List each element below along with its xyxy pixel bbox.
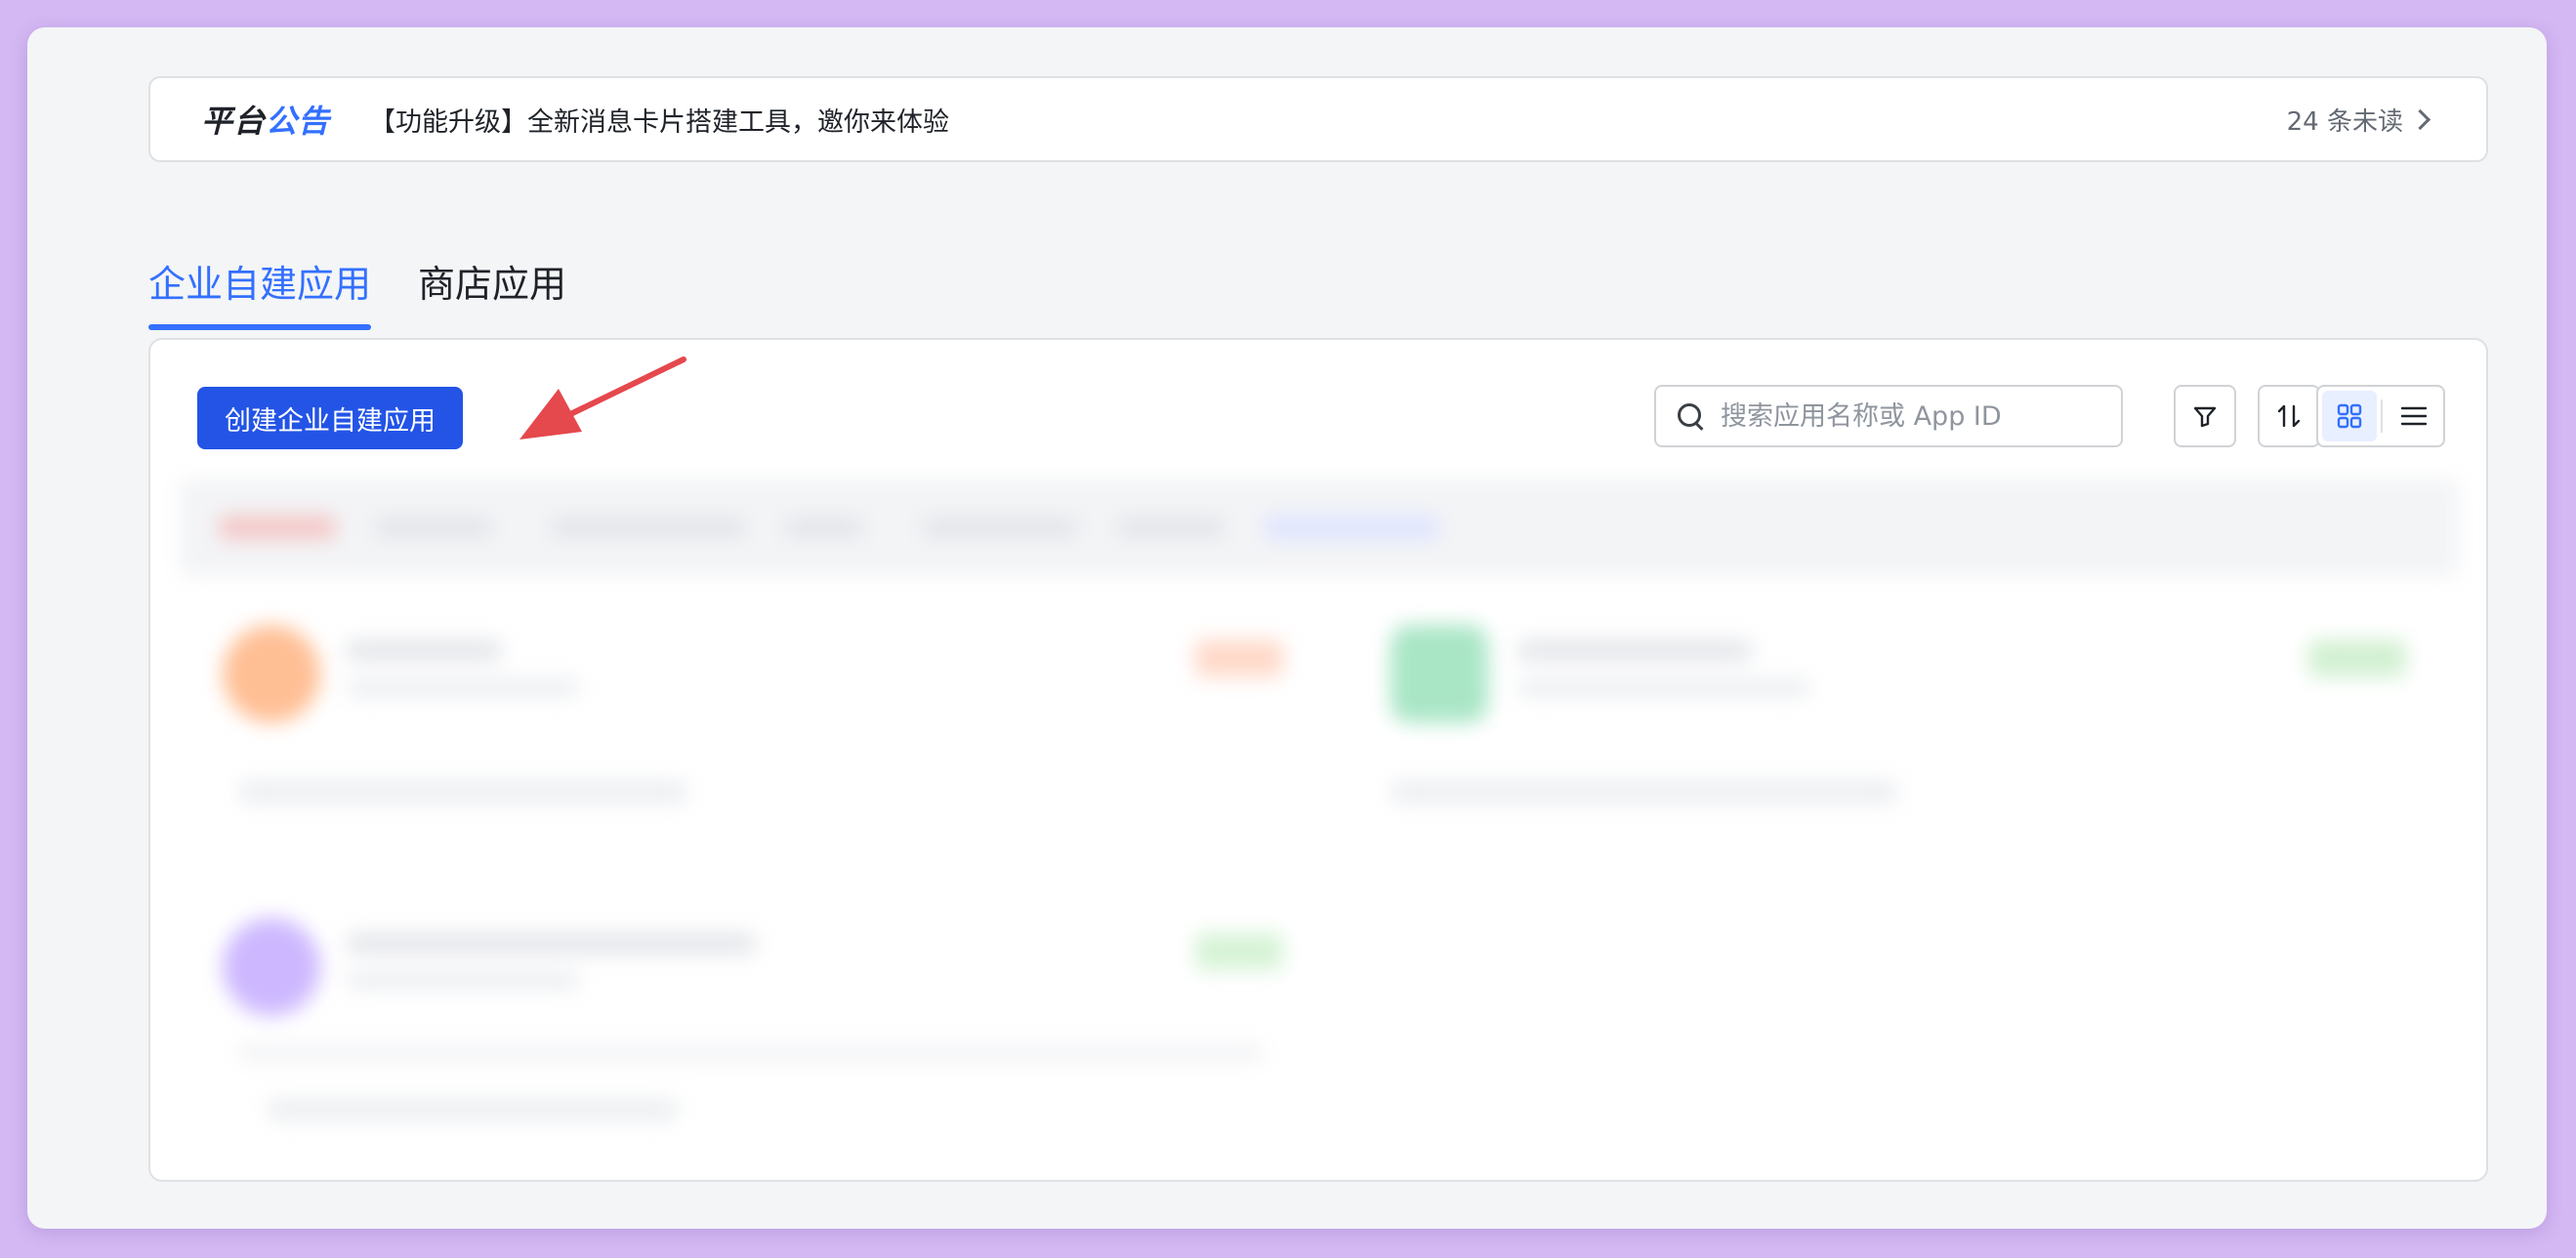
- blurred-chip: [785, 518, 863, 537]
- app-window: 平台公告 【功能升级】全新消息卡片搭建工具，邀你来体验 24 条未读 企业自建应…: [27, 27, 2547, 1229]
- blurred-badge: [1195, 933, 1283, 970]
- blurred-badge: [1195, 640, 1283, 677]
- blurred-text: [1391, 781, 1898, 803]
- blurred-text: [1517, 679, 1810, 696]
- blurred-chip: [219, 516, 336, 539]
- blurred-badge: [2308, 640, 2406, 677]
- filter-icon: [2193, 406, 2217, 428]
- sort-icon: [2277, 404, 2301, 428]
- blurred-chip: [922, 518, 1078, 537]
- blurred-chip: [1117, 518, 1225, 537]
- tab-store-apps[interactable]: 商店应用: [418, 234, 566, 322]
- blurred-text: [1517, 640, 1752, 661]
- blurred-text: [346, 933, 756, 954]
- create-custom-app-button[interactable]: 创建企业自建应用: [197, 387, 463, 449]
- blurred-text: [268, 1099, 678, 1120]
- announcement-logo: 平台公告: [201, 103, 331, 140]
- unread-link[interactable]: 24 条未读: [2286, 102, 2431, 138]
- blurred-app-icon: [223, 625, 320, 723]
- announcement-bar[interactable]: 平台公告 【功能升级】全新消息卡片搭建工具，邀你来体验 24 条未读: [148, 76, 2488, 162]
- list-icon: [2400, 406, 2428, 426]
- blurred-app-list: [180, 479, 2459, 1180]
- chevron-right-icon: [2409, 108, 2431, 130]
- tab-custom-apps[interactable]: 企业自建应用: [148, 234, 372, 330]
- view-divider: [2381, 399, 2383, 433]
- search-icon: [1678, 403, 1703, 429]
- search-input[interactable]: [1719, 399, 2113, 433]
- app-type-tabs: 企业自建应用 商店应用: [148, 234, 566, 342]
- blurred-text: [346, 640, 502, 661]
- blurred-text: [346, 972, 580, 989]
- search-box[interactable]: [1654, 385, 2123, 447]
- blurred-text: [346, 679, 580, 696]
- grid-icon: [2337, 403, 2362, 429]
- blurred-app-icon: [1391, 625, 1488, 723]
- blurred-chip: [375, 518, 492, 537]
- annotation-arrow: [519, 356, 686, 440]
- blurred-app-icon: [223, 918, 320, 1016]
- list-view-button[interactable]: [2387, 391, 2441, 441]
- filter-button[interactable]: [2174, 385, 2236, 447]
- app-list-card: 创建企业自建应用: [148, 338, 2488, 1182]
- sort-button[interactable]: [2258, 385, 2320, 447]
- blurred-divider: [238, 1045, 1264, 1061]
- blurred-chip: [1264, 516, 1439, 539]
- view-toggle: [2316, 385, 2445, 447]
- announcement-text[interactable]: 【功能升级】全新消息卡片搭建工具，邀你来体验: [369, 101, 949, 139]
- blurred-chip: [551, 518, 746, 537]
- unread-count: 24 条未读: [2286, 106, 2403, 137]
- blurred-text: [238, 781, 687, 803]
- grid-view-button[interactable]: [2322, 391, 2377, 441]
